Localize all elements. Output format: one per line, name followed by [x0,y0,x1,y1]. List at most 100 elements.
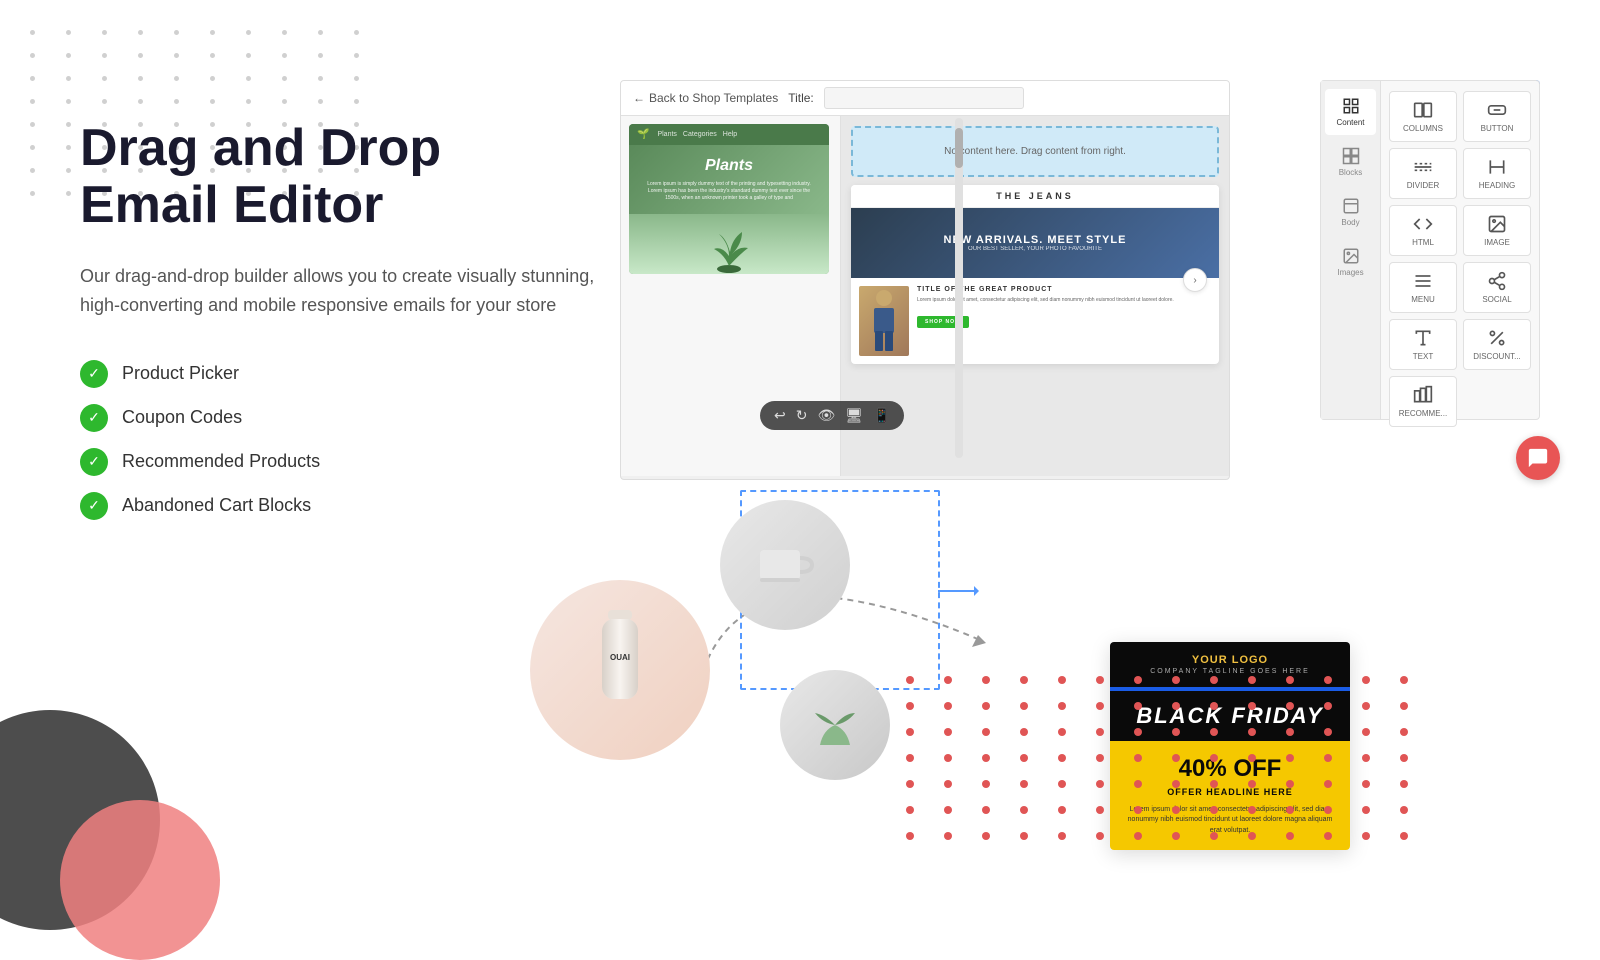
toolbar-preview[interactable]: 👁 [817,407,835,424]
bottle-svg: OUAI [580,605,660,735]
social-label: SOCIAL [1482,295,1511,304]
sidebar-block-button[interactable]: BUTTON [1463,91,1531,142]
plants-hero-text: Lorem ipsum is simply dummy text of the … [641,181,817,202]
feature-list: ✓ Product Picker ✓ Coupon Codes ✓ Recomm… [80,360,620,520]
right-sidebar: Content Blocks Body Images [1320,80,1540,420]
product-circle-bottle: OUAI [530,580,710,760]
scroll-thumb [955,128,963,168]
social-icon [1487,271,1507,291]
toolbar-desktop[interactable]: 🖥 [845,407,863,424]
heading-line1: Drag and Drop [80,119,441,177]
title-label: Title: [788,91,814,105]
jeans-hero-text: NEW ARRIVALS. MEET STYLE OUR BEST SELLER… [944,234,1127,252]
sidebar-block-discount[interactable]: DISCOUNT... [1463,319,1531,370]
blocks-icon [1342,147,1360,165]
toolbar-mobile[interactable]: 📱 [873,407,890,424]
plants-nav-links: Plants Categories Help [657,131,737,138]
bf-logo-text: YOUR [1192,654,1232,666]
plants-hero: Plants Lorem ipsum is simply dummy text … [629,145,829,214]
sidebar-block-social[interactable]: SOCIAL [1463,262,1531,313]
html-icon [1413,214,1433,234]
sidebar-block-menu[interactable]: MENU [1389,262,1457,313]
jeans-product: TITLE OF THE GREAT PRODUCT Lorem ipsum d… [851,278,1219,364]
expand-arrow[interactable]: › [1183,268,1207,292]
toolbar-redo[interactable]: ↻ [796,407,808,424]
sidebar-block-recommend[interactable]: RECOMME... [1389,376,1457,427]
jeans-brand: THE JEANS [861,191,1209,201]
jeans-person-svg [859,286,909,356]
description: Our drag-and-drop builder allows you to … [80,262,620,320]
plants-nav-item-3: Help [723,131,737,138]
back-label: Back to Shop Templates [649,91,778,105]
back-to-shop-link[interactable]: ← Back to Shop Templates [633,91,778,105]
toolbar-undo[interactable]: ↩ [774,407,786,424]
jeans-hero-img: NEW ARRIVALS. MEET STYLE OUR BEST SELLER… [851,208,1219,278]
feature-label-1: Product Picker [122,363,239,384]
check-icon-2: ✓ [80,404,108,432]
text-label: TEXT [1413,352,1433,361]
plants-template[interactable]: 🌱 Plants Categories Help Plants Lorem ip… [629,124,829,274]
text-icon [1413,328,1433,348]
sidebar-tabs: Content Blocks Body Images [1321,81,1381,419]
heading-icon [1487,157,1507,177]
pot-svg [805,695,865,755]
divider-label: DIVIDER [1407,181,1439,190]
sidebar-block-html[interactable]: HTML [1389,205,1457,256]
plants-nav: 🌱 Plants Categories Help [629,124,829,145]
recommend-icon [1413,385,1433,405]
images-tab-label: Images [1337,268,1363,277]
columns-label: COLUMNS [1403,124,1443,133]
feature-item-3: ✓ Recommended Products [80,448,620,476]
scroll-indicator[interactable] [955,118,963,458]
plants-nav-item-1: Plants [657,131,676,138]
button-icon [1487,100,1507,120]
plants-nav-item-2: Categories [683,131,717,138]
menu-icon [1413,271,1433,291]
jeans-template[interactable]: THE JEANS NEW ARRIVALS. MEET STYLE OUR B… [851,185,1219,364]
plants-image-area [629,214,829,274]
sidebar-block-divider[interactable]: DIVIDER [1389,148,1457,199]
sidebar-content: COLUMNS BUTTON DIVIDER [1381,81,1539,419]
sidebar-block-text[interactable]: TEXT [1389,319,1457,370]
mug-svg [750,530,820,600]
sidebar-tab-images[interactable]: Images [1325,239,1376,285]
sidebar-block-columns[interactable]: COLUMNS [1389,91,1457,142]
html-label: HTML [1412,238,1434,247]
plants-hero-title: Plants [641,157,817,175]
check-icon-3: ✓ [80,448,108,476]
title-input[interactable] [824,87,1024,109]
plants-logo: 🌱 [637,129,649,140]
feature-item-1: ✓ Product Picker [80,360,620,388]
chat-button[interactable] [1516,436,1560,480]
discount-label: DISCOUNT... [1473,352,1521,361]
feature-item-2: ✓ Coupon Codes [80,404,620,432]
product-images-area: OUAI [520,500,900,840]
sidebar-tab-content[interactable]: Content [1325,89,1376,135]
chat-icon [1527,447,1549,469]
sidebar-tab-body[interactable]: Body [1325,189,1376,235]
content-icon [1342,97,1360,115]
sidebar-block-image[interactable]: IMAGE [1463,205,1531,256]
divider-icon [1413,157,1433,177]
feature-label-3: Recommended Products [122,451,320,472]
sidebar-tab-blocks[interactable]: Blocks [1325,139,1376,185]
discount-icon [1487,328,1507,348]
jeans-hero-title: NEW ARRIVALS. MEET STYLE [944,234,1127,246]
bf-logo-highlight: LOGO [1232,654,1268,666]
plant-svg [704,224,754,274]
editor-body: 🌱 Plants Categories Help Plants Lorem ip… [621,116,1229,476]
check-icon-1: ✓ [80,360,108,388]
drop-zone-text: No content here. Drag content from right… [944,146,1126,157]
jeans-hero-subtitle: OUR BEST SELLER, YOUR PHOTO FAVOURITE [944,246,1127,252]
bottom-toolbar: ↩ ↻ 👁 🖥 📱 [760,401,904,430]
circle-pink [60,800,220,960]
recommend-label: RECOMME... [1399,409,1447,418]
bf-tagline: COMPANY TAGLINE GOES HERE [1122,668,1338,675]
menu-label: MENU [1411,295,1435,304]
sidebar-block-heading[interactable]: HEADING [1463,148,1531,199]
selection-arrow [938,590,978,592]
body-icon [1342,197,1360,215]
drop-zone: No content here. Drag content from right… [851,126,1219,177]
heading-label: HEADING [1479,181,1515,190]
feature-label-2: Coupon Codes [122,407,242,428]
